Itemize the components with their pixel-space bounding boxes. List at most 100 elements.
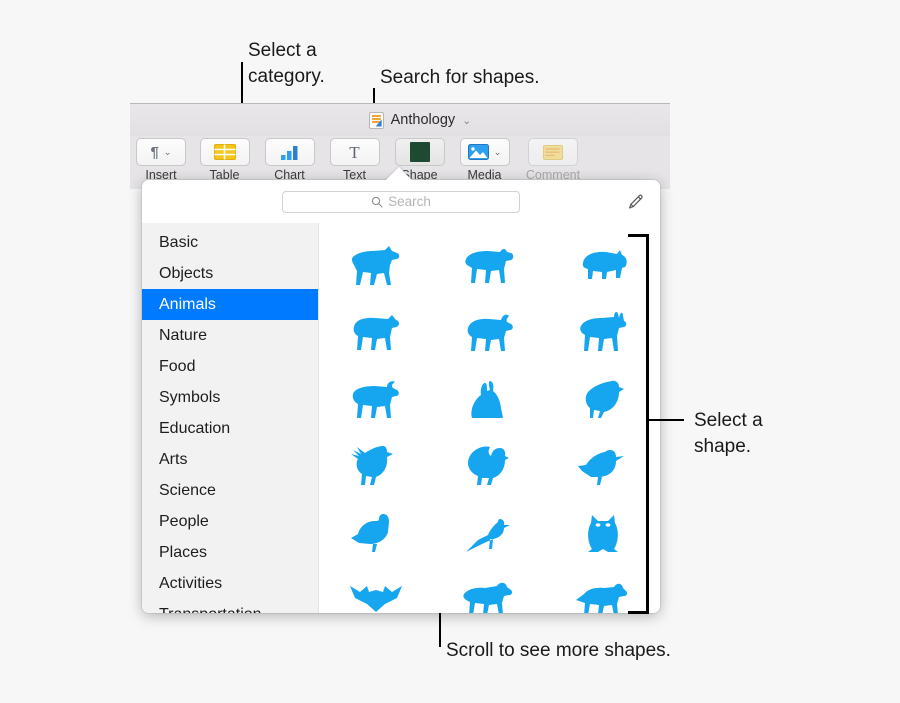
pig-icon	[582, 249, 627, 279]
shape-region-bracket	[628, 234, 649, 614]
window-titlebar: Anthology ⌄	[130, 104, 670, 136]
shape-item-turkey[interactable]	[433, 434, 547, 501]
shape-item-horse[interactable]	[319, 233, 433, 300]
duck-icon	[578, 449, 625, 485]
sidebar-item-food[interactable]: Food	[142, 351, 318, 382]
category-label: Food	[159, 357, 196, 375]
toolbar-item-text[interactable]: T Text	[322, 136, 387, 182]
category-label: Science	[159, 481, 216, 499]
sidebar-item-transportation[interactable]: Transportation	[142, 599, 318, 614]
category-label: Education	[159, 419, 231, 437]
bat-icon	[349, 585, 402, 612]
dog-icon	[463, 582, 513, 613]
chevron-down-icon: ⌄	[493, 146, 502, 157]
bird-icon	[466, 518, 511, 552]
media-icon	[467, 144, 489, 160]
document-title: Anthology	[390, 112, 456, 128]
category-label: Symbols	[159, 388, 221, 406]
text-button[interactable]: T	[329, 138, 380, 166]
rooster-icon	[350, 445, 393, 485]
chevron-down-icon: ⌄	[163, 146, 172, 157]
popover-body: Basic Objects Animals Nature Food Symbol…	[142, 223, 660, 613]
comment-button[interactable]	[528, 138, 578, 166]
category-label: People	[159, 512, 209, 530]
shape-item-rooster[interactable]	[319, 434, 433, 501]
category-label: Arts	[159, 450, 188, 468]
search-input[interactable]: Search	[282, 190, 520, 213]
shape-item-dog[interactable]	[433, 568, 547, 613]
shape-grid[interactable]	[319, 223, 660, 613]
annotation-select-category: Select a category.	[248, 40, 325, 87]
annotation-scroll-more-shapes: Scroll to see more shapes.	[446, 640, 671, 661]
shape-item-bird[interactable]	[433, 501, 547, 568]
popover-arrow	[384, 167, 414, 182]
toolbar-item-media[interactable]: ⌄ Media	[452, 136, 517, 182]
document-title-group[interactable]: Anthology ⌄	[368, 111, 471, 129]
sidebar-item-places[interactable]: Places	[142, 537, 318, 568]
bar-chart-icon	[280, 146, 297, 160]
annotation-select-a-shape: Select a shape.	[694, 410, 763, 457]
sidebar-item-nature[interactable]: Nature	[142, 320, 318, 351]
shape-item-sheep[interactable]	[319, 300, 433, 367]
search-icon	[371, 196, 383, 208]
toolbar-item-insert[interactable]: ¶ ⌄ Insert	[130, 136, 192, 182]
owl-icon	[588, 514, 619, 552]
category-label: Animals	[159, 295, 216, 313]
shape-icon	[409, 142, 430, 162]
cow-icon	[465, 248, 514, 283]
popover-header: Search	[142, 180, 660, 223]
shape-bracket-stem	[646, 419, 684, 421]
toolbar-item-comment[interactable]: Comment	[517, 136, 589, 182]
turkey-icon	[468, 446, 510, 485]
category-label: Places	[159, 543, 208, 561]
dog-2-icon	[576, 583, 628, 613]
paragraph-insert-icon: ¶	[150, 143, 159, 161]
media-button[interactable]: ⌄	[459, 138, 510, 166]
shape-item-goat[interactable]	[433, 300, 547, 367]
category-label: Nature	[159, 326, 208, 344]
sidebar-item-objects[interactable]: Objects	[142, 258, 318, 289]
shape-item-bull[interactable]	[319, 367, 433, 434]
sidebar-item-education[interactable]: Education	[142, 413, 318, 444]
sheep-icon	[353, 314, 399, 350]
hen-icon	[585, 380, 625, 418]
sidebar-item-activities[interactable]: Activities	[142, 568, 318, 599]
sidebar-item-people[interactable]: People	[142, 506, 318, 537]
pen-draw-icon	[629, 194, 643, 209]
sidebar-item-symbols[interactable]: Symbols	[142, 382, 318, 413]
category-label: Basic	[159, 233, 199, 251]
category-label: Objects	[159, 264, 214, 282]
shape-item-cow[interactable]	[433, 233, 547, 300]
sidebar-item-animals[interactable]: Animals	[142, 289, 318, 320]
comment-icon	[543, 144, 563, 160]
horse-icon	[351, 245, 400, 285]
rabbit-icon	[471, 380, 504, 418]
toolbar-item-table[interactable]: Table	[192, 136, 257, 182]
goose-icon	[350, 513, 389, 552]
goat-icon	[468, 314, 514, 351]
shape-picker-popover: Search Basic Objects Animals Nature Food…	[142, 180, 660, 613]
sidebar-item-science[interactable]: Science	[142, 475, 318, 506]
table-button[interactable]	[199, 138, 250, 166]
category-label: Activities	[159, 574, 223, 592]
annotation-search-for-shapes: Search for shapes.	[380, 67, 540, 88]
toolbar-item-chart[interactable]: Chart	[257, 136, 322, 182]
search-placeholder: Search	[388, 194, 431, 209]
category-sidebar[interactable]: Basic Objects Animals Nature Food Symbol…	[142, 223, 319, 613]
table-icon	[213, 144, 236, 160]
chart-button[interactable]	[264, 138, 315, 166]
bull-icon	[352, 380, 399, 418]
insert-button[interactable]: ¶ ⌄	[136, 138, 186, 166]
pen-draw-button[interactable]	[624, 191, 646, 213]
shape-item-goose[interactable]	[319, 501, 433, 568]
category-label: Transportation	[159, 606, 262, 614]
donkey-icon	[580, 311, 627, 351]
shape-item-bat[interactable]	[319, 568, 433, 613]
sidebar-item-arts[interactable]: Arts	[142, 444, 318, 475]
shape-button[interactable]	[394, 138, 445, 166]
pages-document-icon	[368, 111, 384, 129]
chevron-down-icon[interactable]: ⌄	[462, 114, 471, 127]
text-icon: T	[349, 142, 360, 162]
shape-item-rabbit[interactable]	[433, 367, 547, 434]
sidebar-item-basic[interactable]: Basic	[142, 227, 318, 258]
